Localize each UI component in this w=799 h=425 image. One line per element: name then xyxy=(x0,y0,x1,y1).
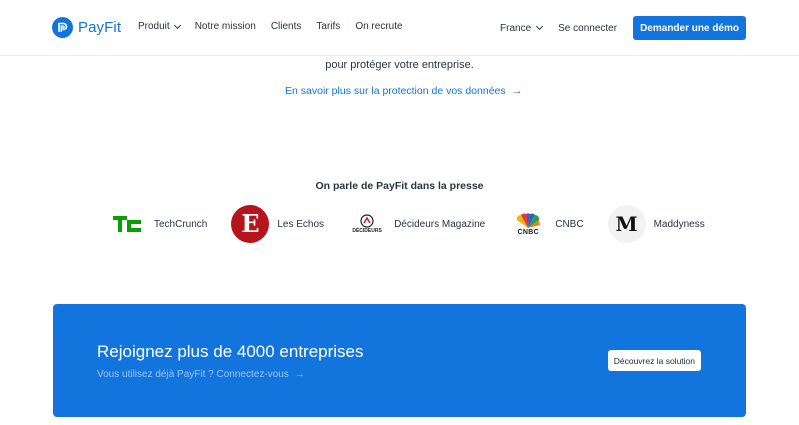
country-label: France xyxy=(500,22,532,34)
decideurs-logo-icon: DÉCIDEURS xyxy=(348,205,386,243)
press-name: TechCrunch xyxy=(154,218,208,230)
arrow-right-icon: → xyxy=(511,85,523,97)
nav-item-label: Clients xyxy=(270,21,302,32)
payfit-logo[interactable]: PayFit xyxy=(52,17,121,38)
press-item-maddyness[interactable]: M Maddyness xyxy=(607,205,705,243)
nav-item-tarifs[interactable]: Tarifs xyxy=(316,21,340,32)
request-demo-button[interactable]: Demander une démo xyxy=(633,16,746,40)
nav-item-label: On recrute xyxy=(355,21,403,32)
cnbc-logo-text: CNBC xyxy=(517,228,539,236)
privacy-text: pour protéger votre entreprise. xyxy=(325,59,474,71)
country-selector[interactable]: France xyxy=(500,22,544,34)
lesechos-logo-icon: E xyxy=(231,205,270,243)
press-item-decideurs[interactable]: DÉCIDEURS Décideurs Magazine xyxy=(348,205,485,243)
techcrunch-logo-icon xyxy=(108,205,146,243)
privacy-learn-more-link[interactable]: En savoir plus sur la protection de vos … xyxy=(285,85,523,97)
cta-subtitle: Vous utilisez déjà PayFit ? Connectez-vo… xyxy=(97,369,289,380)
press-item-cnbc[interactable]: CNBC CNBC xyxy=(509,205,584,243)
press-name: Décideurs Magazine xyxy=(394,218,486,230)
press-item-les-echos[interactable]: E Les Echos xyxy=(231,205,324,243)
nav-item-label: Notre mission xyxy=(194,21,256,32)
nav-item-clients[interactable]: Clients xyxy=(271,21,302,32)
cta-banner: Rejoignez plus de 4000 entreprises Vous … xyxy=(53,304,746,417)
logo-text: PayFit xyxy=(78,19,122,36)
press-logos: TechCrunch E Les Echos DÉCIDEURS Décideu… xyxy=(108,205,729,243)
payfit-logo-icon xyxy=(52,17,73,38)
nav-item-label: Tarifs xyxy=(316,21,341,32)
nav-item-notre-mission[interactable]: Notre mission xyxy=(195,21,256,32)
main-nav: Produit Notre mission Clients Tarifs On … xyxy=(138,21,418,32)
login-link[interactable]: Se connecter xyxy=(558,23,617,34)
nav-item-produit[interactable]: Produit xyxy=(138,21,181,32)
press-name: Maddyness xyxy=(653,218,705,230)
header-right: France Se connecter Demander une démo xyxy=(500,16,746,40)
press-title: On parle de PayFit dans la presse xyxy=(315,180,484,192)
cta-login-link[interactable]: Vous utilisez déjà PayFit ? Connectez-vo… xyxy=(97,369,305,380)
discover-solution-button[interactable]: Découvrez la solution xyxy=(607,350,701,371)
arrow-right-icon: → xyxy=(294,369,305,380)
decideurs-logo-text: DÉCIDEURS xyxy=(352,228,382,234)
nav-item-on-recrute[interactable]: On recrute xyxy=(355,21,402,32)
press-name: Les Echos xyxy=(277,218,325,230)
press-item-techcrunch[interactable]: TechCrunch xyxy=(108,205,207,243)
nav-item-label: Produit xyxy=(138,21,170,32)
chevron-down-icon xyxy=(173,21,181,29)
site-header: PayFit Produit Notre mission Clients Tar… xyxy=(0,0,799,56)
press-name: CNBC xyxy=(555,218,584,230)
maddyness-logo-icon: M xyxy=(607,205,646,243)
cnbc-logo-icon: CNBC xyxy=(509,205,547,243)
cta-title: Rejoignez plus de 4000 entreprises xyxy=(97,342,364,361)
privacy-link-label: En savoir plus sur la protection de vos … xyxy=(285,85,506,97)
chevron-down-icon xyxy=(536,22,544,31)
